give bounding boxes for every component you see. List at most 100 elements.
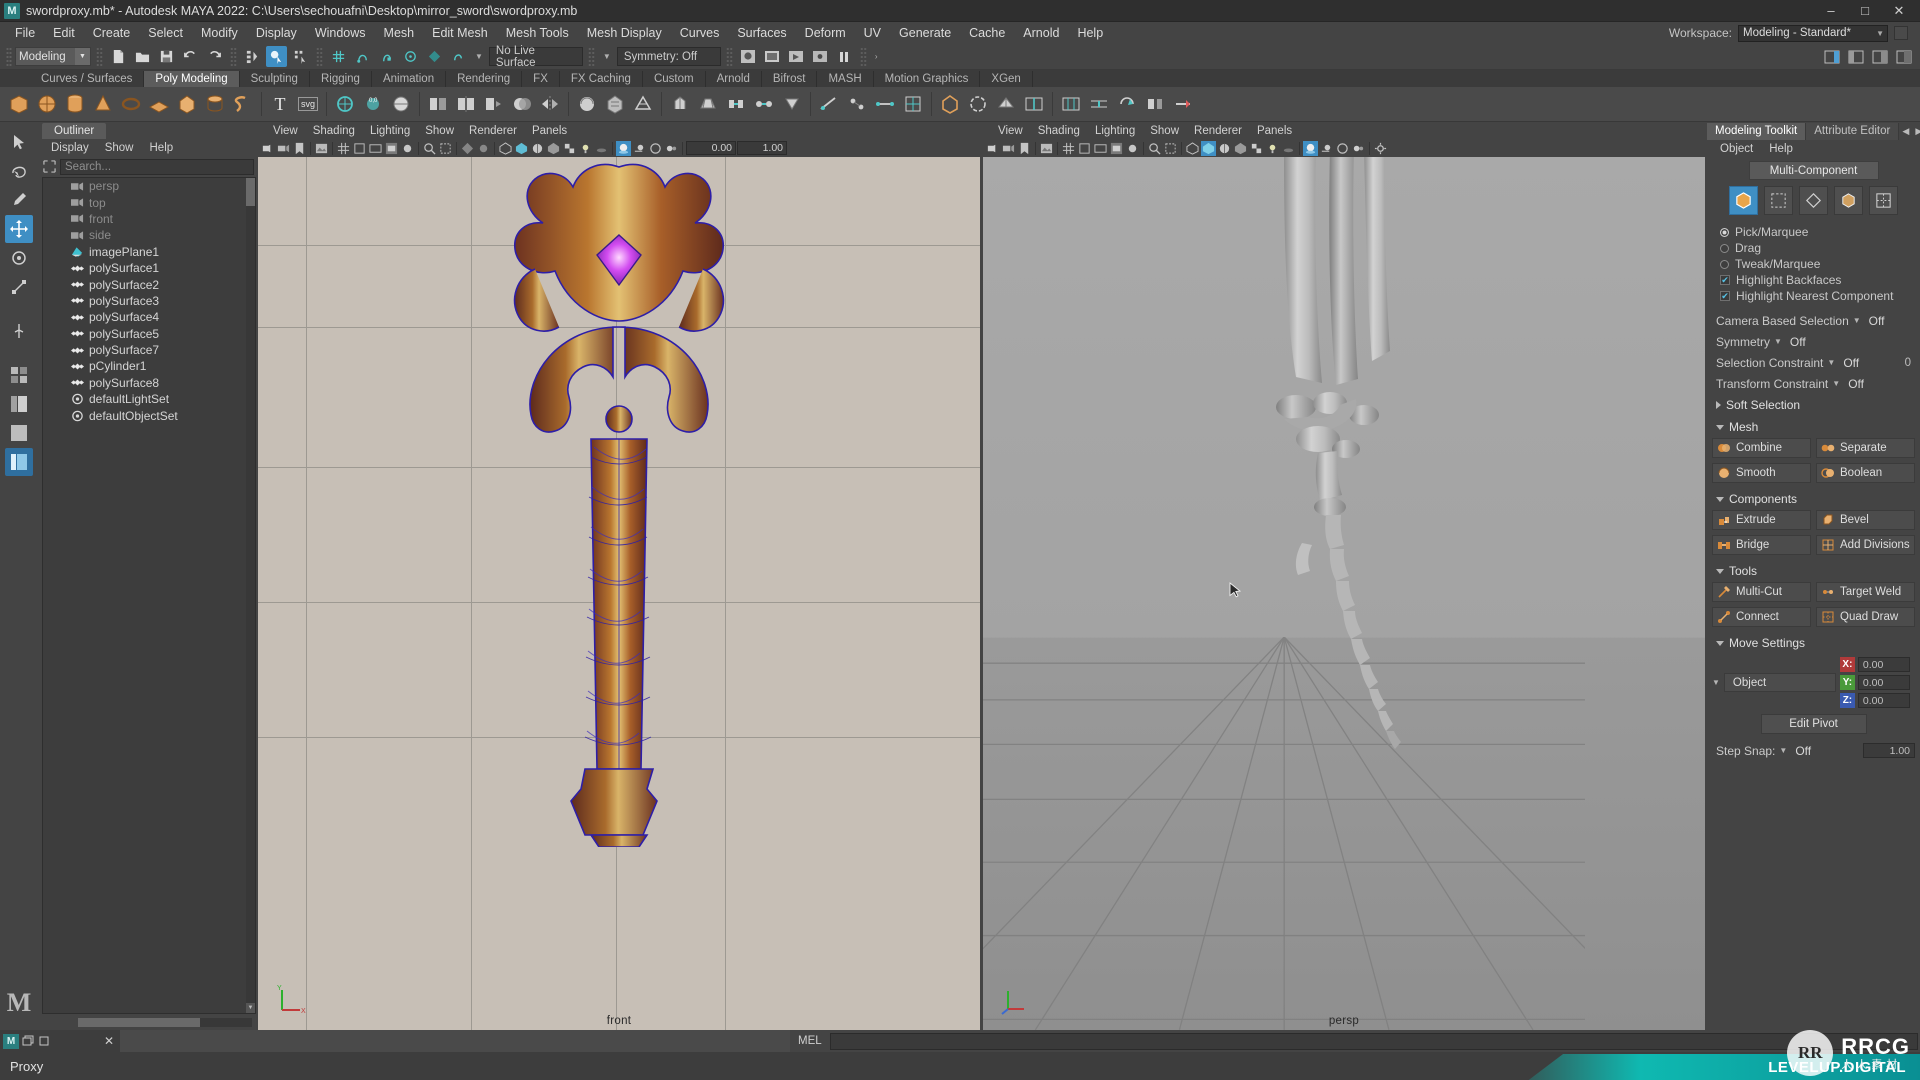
render-settings-icon[interactable]: [810, 46, 831, 67]
collapse-icon[interactable]: [779, 91, 805, 117]
shaded-wireframe-icon[interactable]: [1217, 141, 1232, 156]
tools-section-header[interactable]: Tools: [1712, 560, 1915, 582]
menu-uv[interactable]: UV: [855, 24, 890, 42]
depth-of-field-icon[interactable]: [664, 141, 679, 156]
workspace-save-icon[interactable]: [1894, 26, 1908, 40]
uv-mode-icon[interactable]: [1869, 186, 1898, 215]
isolate-select-icon[interactable]: [1163, 141, 1178, 156]
fill-hole-icon[interactable]: [965, 91, 991, 117]
exposure-icon[interactable]: [400, 141, 415, 156]
outliner-horizontal-scrollbar[interactable]: [78, 1017, 252, 1027]
vertex-mode-icon[interactable]: [1764, 186, 1793, 215]
mirror-icon[interactable]: [537, 91, 563, 117]
delete-edge-icon[interactable]: [1170, 91, 1196, 117]
outliner-item[interactable]: polySurface7: [43, 342, 255, 358]
minimize-icon[interactable]: –: [1814, 0, 1848, 22]
use-lights-icon[interactable]: [578, 141, 593, 156]
modeling-toolkit-menu-object[interactable]: Object: [1713, 142, 1760, 156]
bevel-button[interactable]: Bevel: [1816, 510, 1915, 530]
snap-to-view-plane-icon[interactable]: [424, 46, 445, 67]
snap-to-projected-center-icon[interactable]: [400, 46, 421, 67]
shelf-tab-animation[interactable]: Animation: [371, 71, 447, 87]
chevron-down-icon[interactable]: ▼: [472, 52, 486, 61]
quad-draw-icon[interactable]: [900, 91, 926, 117]
menu-mesh-tools[interactable]: Mesh Tools: [497, 24, 578, 42]
extract-icon[interactable]: [481, 91, 507, 117]
chevron-right-icon[interactable]: ›: [872, 52, 881, 61]
texture-icon[interactable]: [1233, 141, 1248, 156]
menu-file[interactable]: File: [6, 24, 44, 42]
chevron-left-icon[interactable]: ◀: [1899, 123, 1912, 140]
bevel-icon[interactable]: [695, 91, 721, 117]
menu-display[interactable]: Display: [247, 24, 306, 42]
move-space-dropdown[interactable]: Object: [1723, 673, 1836, 692]
shelf-tab-custom[interactable]: Custom: [642, 71, 706, 87]
viewport-front-canvas[interactable]: Y X front: [258, 157, 980, 1030]
shelf-tab-sculpting[interactable]: Sculpting: [239, 71, 310, 87]
shelf-tab-arnold[interactable]: Arnold: [705, 71, 762, 87]
bridge-button[interactable]: Bridge: [1712, 535, 1811, 555]
film-gate-icon[interactable]: [1077, 141, 1092, 156]
checkbox[interactable]: [1720, 291, 1730, 301]
chevron-down-icon[interactable]: ▼: [600, 52, 614, 61]
gamma-field[interactable]: 0.00: [686, 141, 736, 155]
motion-blur-icon[interactable]: [1319, 141, 1334, 156]
soft-select-icon[interactable]: 0,0: [360, 91, 386, 117]
workspace-dropdown[interactable]: Modeling - Standard* ▼: [1738, 24, 1888, 42]
tab-outliner[interactable]: Outliner: [42, 123, 107, 139]
outliner-menu-help[interactable]: Help: [143, 141, 181, 155]
viewport-front-menu-panels[interactable]: Panels: [525, 124, 574, 138]
snap-to-point-icon[interactable]: [376, 46, 397, 67]
tab-attribute-editor[interactable]: Attribute Editor: [1806, 123, 1900, 140]
command-language-label[interactable]: MEL: [790, 1035, 830, 1047]
option-value[interactable]: Off: [1790, 335, 1806, 349]
chevron-down-icon[interactable]: ▼: [1774, 337, 1782, 346]
face-mode-icon[interactable]: [1834, 186, 1863, 215]
viewport-persp-menu-panels[interactable]: Panels: [1250, 124, 1299, 138]
step-snap-input[interactable]: 1.00: [1863, 743, 1915, 758]
booleans-icon[interactable]: [509, 91, 535, 117]
shadows-icon[interactable]: [1281, 141, 1296, 156]
shelf-tab-mash[interactable]: MASH: [817, 71, 874, 87]
two-d-pan-zoom-icon[interactable]: [1147, 141, 1162, 156]
layout-persp-outliner-icon[interactable]: [5, 390, 33, 418]
chevron-down-icon[interactable]: ▼: [1832, 379, 1840, 388]
maya-taskbar-icon[interactable]: M: [3, 1033, 19, 1049]
poly-plane-icon[interactable]: [146, 91, 172, 117]
open-scene-icon[interactable]: [132, 46, 153, 67]
outliner-menu-show[interactable]: Show: [98, 141, 141, 155]
uv-checker-icon[interactable]: [1249, 141, 1264, 156]
poly-prism-icon[interactable]: [174, 91, 200, 117]
two-d-pan-zoom-icon[interactable]: [422, 141, 437, 156]
scroll-down-icon[interactable]: ▼: [246, 1003, 255, 1013]
step-snap-value[interactable]: Off: [1795, 744, 1811, 758]
extrude-icon[interactable]: [667, 91, 693, 117]
screen-space-ao-icon[interactable]: [1303, 140, 1318, 156]
type-tool-icon[interactable]: T: [267, 91, 293, 117]
move-tool-icon[interactable]: [5, 215, 33, 243]
multi-cut-button[interactable]: Multi-Cut: [1712, 582, 1811, 602]
viewport-persp-canvas[interactable]: persp: [983, 157, 1705, 1030]
render-sequence-icon[interactable]: [762, 46, 783, 67]
poly-cylinder-icon[interactable]: [62, 91, 88, 117]
extrude-button[interactable]: Extrude: [1712, 510, 1811, 530]
checkbox[interactable]: [1720, 275, 1730, 285]
move-z-input[interactable]: 0.00: [1857, 693, 1910, 708]
poly-cube-icon[interactable]: [6, 91, 32, 117]
toolbar-grip[interactable]: [230, 47, 237, 66]
ipr-render-icon[interactable]: [786, 46, 807, 67]
multi-component-button[interactable]: Multi-Component: [1748, 161, 1879, 180]
multisample-icon[interactable]: [1335, 141, 1350, 156]
smooth-icon[interactable]: [574, 91, 600, 117]
shadows-icon[interactable]: [594, 141, 609, 156]
option-value[interactable]: Off: [1848, 377, 1864, 391]
close-icon[interactable]: ✕: [1882, 0, 1916, 22]
layout-four-view-icon[interactable]: [5, 361, 33, 389]
scrollbar-thumb[interactable]: [78, 1017, 200, 1027]
smooth-shade-icon[interactable]: [1201, 140, 1216, 156]
connect-icon[interactable]: [872, 91, 898, 117]
outliner-item[interactable]: defaultObjectSet: [43, 407, 255, 423]
poly-torus-icon[interactable]: [118, 91, 144, 117]
move-y-input[interactable]: 0.00: [1857, 675, 1910, 690]
xray-joints-icon[interactable]: [476, 141, 491, 156]
